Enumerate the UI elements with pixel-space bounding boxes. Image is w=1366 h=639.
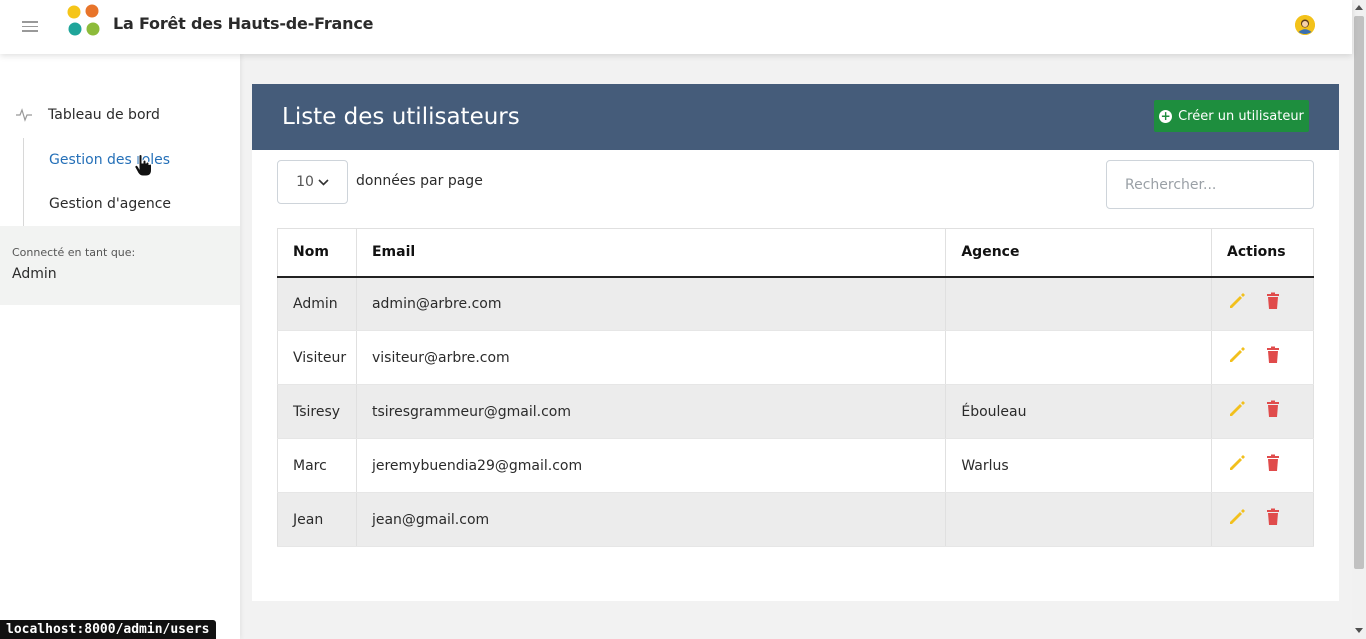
column-header-nom[interactable]: Nom — [277, 228, 357, 278]
activity-icon — [16, 108, 32, 122]
connected-user: Admin — [12, 266, 57, 282]
page-scrollbar[interactable] — [1352, 0, 1366, 639]
cell-actions — [1211, 276, 1314, 331]
trash-icon[interactable] — [1263, 453, 1283, 473]
pencil-icon[interactable] — [1227, 345, 1247, 365]
cell-agence: Ébouleau — [945, 384, 1213, 439]
cell-email: visiteur@arbre.com — [355, 330, 947, 385]
cell-nom: Admin — [277, 276, 357, 331]
trash-icon[interactable] — [1263, 291, 1283, 311]
per-page-value: 10 — [296, 174, 314, 190]
cell-email: tsiresgrammeur@gmail.com — [355, 384, 947, 439]
cell-nom: Visiteur — [277, 330, 357, 385]
scroll-thumb[interactable] — [1354, 16, 1364, 569]
column-header-email[interactable]: Email — [355, 228, 947, 278]
connected-label: Connecté en tant que: — [12, 246, 136, 259]
column-header-actions: Actions — [1211, 228, 1314, 278]
pencil-icon[interactable] — [1227, 399, 1247, 419]
per-page-select[interactable]: 10 — [277, 160, 348, 204]
sidebar-item-dashboard[interactable]: Tableau de bord — [16, 107, 160, 123]
table-row: Visiteur visiteur@arbre.com — [277, 330, 1314, 385]
table-row: Marc jeremybuendia29@gmail.com Warlus — [277, 438, 1314, 493]
users-card: Liste des utilisateurs + Créer un utilis… — [252, 84, 1339, 601]
link-status-bar: localhost:8000/admin/users — [0, 620, 216, 639]
cell-email: jean@gmail.com — [355, 492, 947, 547]
cell-actions — [1211, 438, 1314, 493]
create-user-button[interactable]: + Créer un utilisateur — [1154, 100, 1309, 132]
cell-agence — [945, 330, 1213, 385]
scroll-down-icon[interactable] — [1355, 628, 1363, 633]
connected-info: Connecté en tant que: Admin — [0, 226, 240, 305]
top-header: La Forêt des Hauts-de-France — [0, 0, 1352, 54]
sidebar-item-label: Tableau de bord — [48, 107, 160, 123]
sidebar-item-agency[interactable]: Gestion d'agence — [49, 196, 171, 212]
cell-email: jeremybuendia29@gmail.com — [355, 438, 947, 493]
pencil-icon[interactable] — [1227, 507, 1247, 527]
cell-actions — [1211, 492, 1314, 547]
cell-nom: Tsiresy — [277, 384, 357, 439]
menu-icon[interactable] — [22, 18, 38, 34]
scroll-up-icon[interactable] — [1355, 5, 1363, 10]
trash-icon[interactable] — [1263, 345, 1283, 365]
submenu-divider — [23, 138, 24, 226]
table-row: Jean jean@gmail.com — [277, 492, 1314, 547]
table-row: Admin admin@arbre.com — [277, 276, 1314, 331]
app-title: La Forêt des Hauts-de-France — [113, 14, 374, 33]
plus-circle-icon: + — [1159, 108, 1173, 123]
per-page-label: données par page — [356, 173, 483, 189]
cell-actions — [1211, 330, 1314, 385]
cell-agence — [945, 492, 1213, 547]
sidebar: Tableau de bord Gestion des roles Gestio… — [0, 54, 240, 639]
search-input[interactable] — [1106, 160, 1314, 209]
page-title: Liste des utilisateurs — [282, 104, 520, 130]
chevron-down-icon — [318, 178, 329, 186]
cell-nom: Jean — [277, 492, 357, 547]
cell-email: admin@arbre.com — [355, 276, 947, 331]
pencil-icon[interactable] — [1227, 453, 1247, 473]
cell-agence — [945, 276, 1213, 331]
cell-nom: Marc — [277, 438, 357, 493]
cell-agence: Warlus — [945, 438, 1213, 493]
users-table: Nom Email Agence Actions Admin admin@arb… — [277, 228, 1314, 547]
logo — [67, 4, 100, 36]
pencil-icon[interactable] — [1227, 291, 1247, 311]
card-header: Liste des utilisateurs + Créer un utilis… — [252, 84, 1339, 150]
column-header-agence[interactable]: Agence — [945, 228, 1213, 278]
table-header-row: Nom Email Agence Actions — [277, 228, 1314, 278]
trash-icon[interactable] — [1263, 399, 1283, 419]
trash-icon[interactable] — [1263, 507, 1283, 527]
hand-cursor-icon — [134, 154, 152, 177]
cell-actions — [1211, 384, 1314, 439]
create-user-label: Créer un utilisateur — [1178, 108, 1304, 124]
avatar-icon[interactable] — [1295, 15, 1315, 35]
table-row: Tsiresy tsiresgrammeur@gmail.com Éboulea… — [277, 384, 1314, 439]
